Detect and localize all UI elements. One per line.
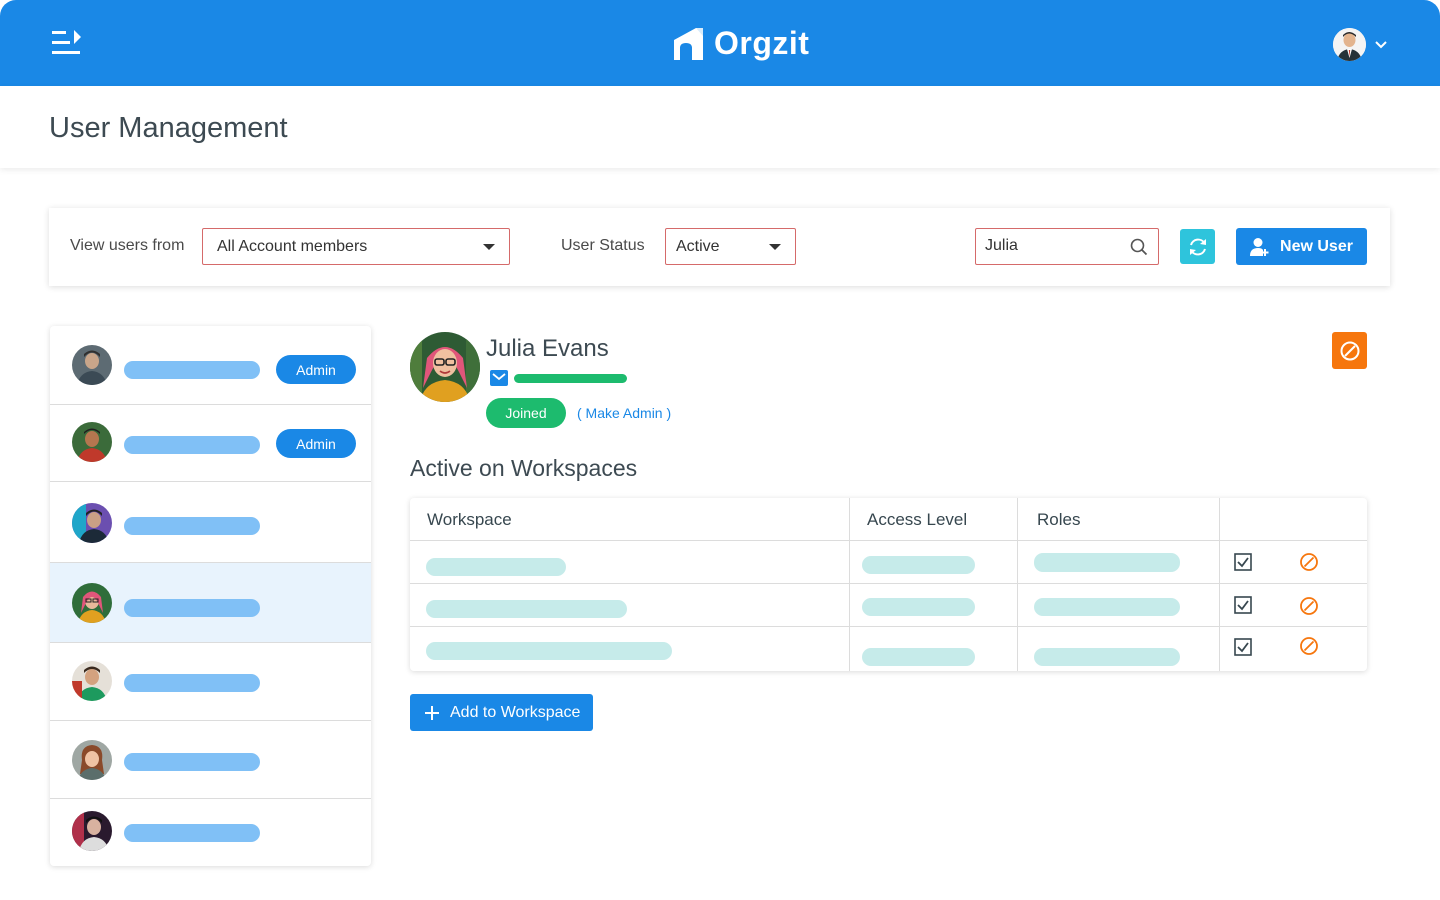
access-level-placeholder [862, 598, 975, 616]
column-header-access-level: Access Level [867, 509, 968, 529]
disable-user-button[interactable] [1332, 332, 1367, 369]
column-divider [849, 498, 850, 671]
avatar [72, 422, 112, 462]
row-divider [410, 540, 1367, 541]
admin-badge: Admin [276, 355, 356, 384]
mail-icon [490, 370, 508, 386]
avatar [72, 345, 112, 385]
roles-placeholder [1034, 648, 1180, 666]
remove-icon[interactable] [1299, 552, 1319, 572]
list-item[interactable] [50, 799, 371, 866]
user-name-placeholder [124, 517, 260, 535]
new-user-button[interactable]: New User [1236, 228, 1367, 265]
search-icon[interactable] [1130, 238, 1148, 256]
top-navbar: Orgzit [0, 0, 1440, 86]
workspace-name-placeholder [426, 600, 627, 618]
roles-placeholder [1034, 553, 1180, 572]
access-level-placeholder [862, 648, 975, 666]
list-item[interactable] [50, 643, 371, 721]
user-name-placeholder [124, 361, 260, 379]
column-header-workspace: Workspace [427, 509, 512, 529]
user-email-placeholder [514, 374, 627, 383]
add-to-workspace-label: Add to Workspace [450, 703, 581, 721]
workspace-name-placeholder [426, 642, 672, 660]
caret-down-icon [769, 244, 781, 250]
avatar [410, 332, 480, 402]
avatar [1333, 28, 1366, 61]
user-status-select[interactable]: Active [665, 228, 796, 265]
column-divider [1017, 498, 1018, 671]
user-name-placeholder [124, 674, 260, 692]
app-logo[interactable]: Orgzit [670, 22, 809, 64]
refresh-button[interactable] [1180, 229, 1215, 264]
chevron-down-icon [1375, 40, 1387, 48]
user-status-value: Active [676, 238, 720, 255]
user-name-placeholder [124, 436, 260, 454]
column-header-roles: Roles [1037, 509, 1081, 529]
column-divider [1219, 498, 1220, 671]
list-item[interactable] [50, 563, 371, 643]
remove-icon[interactable] [1299, 636, 1319, 656]
list-item[interactable] [50, 482, 371, 563]
search-input[interactable] [985, 237, 1125, 255]
avatar [72, 503, 112, 543]
view-users-label: View users from [70, 237, 185, 254]
access-level-placeholder [862, 556, 975, 574]
filter-bar: View users from All Account members User… [49, 208, 1390, 286]
list-item[interactable]: Admin [50, 326, 371, 405]
avatar [72, 583, 112, 623]
avatar [72, 740, 112, 780]
user-account-menu[interactable] [1333, 28, 1388, 61]
users-list: Admin Admin [50, 326, 371, 866]
add-user-icon [1250, 237, 1269, 256]
page-header: User Management [0, 86, 1440, 168]
user-status-label: User Status [561, 237, 645, 254]
user-name-placeholder [124, 824, 260, 842]
refresh-icon [1189, 238, 1206, 255]
row-divider [410, 626, 1367, 627]
admin-badge: Admin [276, 429, 356, 458]
logo-icon [674, 28, 703, 60]
plus-icon [425, 705, 439, 720]
checkbox-icon[interactable] [1234, 638, 1252, 656]
remove-icon[interactable] [1299, 596, 1319, 616]
view-users-value: All Account members [217, 238, 368, 255]
user-name-placeholder [124, 599, 260, 617]
workspaces-table: Workspace Access Level Roles [410, 498, 1367, 671]
add-to-workspace-button[interactable]: Add to Workspace [410, 694, 593, 731]
page-title: User Management [49, 112, 288, 144]
avatar [72, 661, 112, 701]
view-users-select[interactable]: All Account members [202, 228, 510, 265]
status-badge: Joined [486, 398, 566, 428]
app-name: Orgzit [714, 24, 810, 61]
make-admin-link[interactable]: ( Make Admin ) [577, 405, 671, 421]
roles-placeholder [1034, 598, 1180, 616]
workspace-name-placeholder [426, 558, 566, 576]
search-box [975, 228, 1159, 265]
checkbox-icon[interactable] [1234, 553, 1252, 571]
user-name-placeholder [124, 753, 260, 771]
ban-icon [1340, 341, 1359, 360]
list-item[interactable]: Admin [50, 405, 371, 482]
section-title: Active on Workspaces [410, 455, 638, 481]
avatar [72, 811, 112, 851]
new-user-label: New User [1280, 237, 1353, 255]
list-item[interactable] [50, 721, 371, 799]
checkbox-icon[interactable] [1234, 596, 1252, 614]
menu-toggle-icon[interactable] [52, 28, 84, 58]
user-name: Julia Evans [486, 335, 609, 362]
caret-down-icon [483, 244, 495, 250]
row-divider [410, 583, 1367, 584]
